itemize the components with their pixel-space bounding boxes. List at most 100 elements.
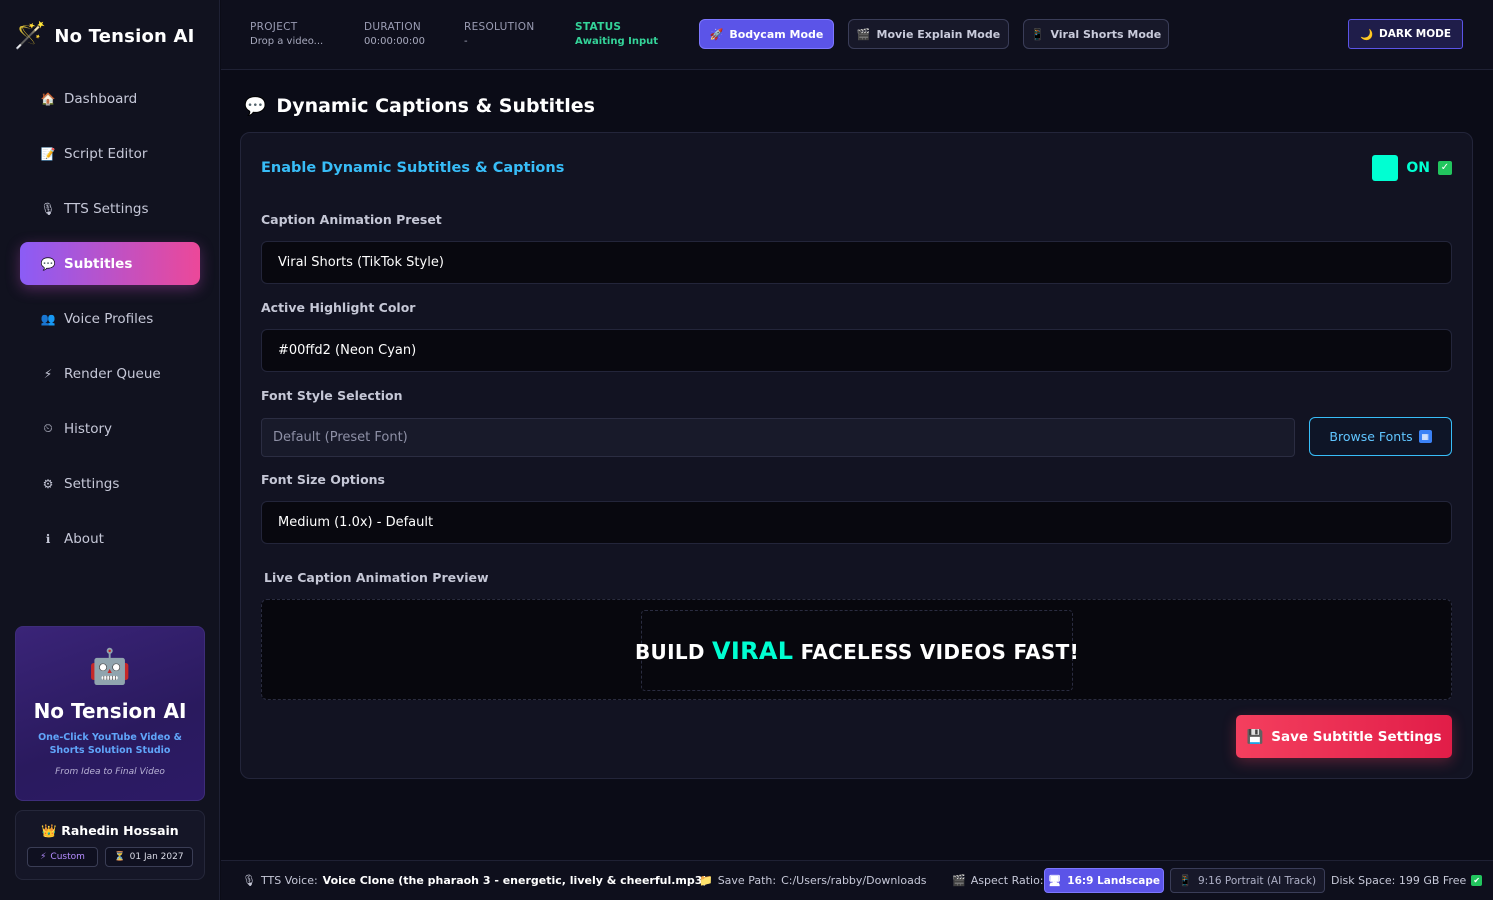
magic-wand-icon: 🪄 bbox=[14, 21, 47, 51]
preview-label: Live Caption Animation Preview bbox=[264, 570, 489, 585]
users-icon: 👥 bbox=[40, 311, 56, 326]
font-style-label: Font Style Selection bbox=[261, 388, 403, 403]
preset-label: Caption Animation Preset bbox=[261, 212, 442, 227]
font-size-label: Font Size Options bbox=[261, 472, 385, 487]
sidebar-item-tts-settings[interactable]: 🎙 TTS Settings bbox=[20, 187, 200, 230]
promo-title: No Tension AI bbox=[33, 699, 187, 723]
sidebar-item-script-editor[interactable]: 📝 Script Editor bbox=[20, 132, 200, 175]
duration-info: DURATION 00:00:00:00 bbox=[364, 21, 425, 47]
resolution-label: RESOLUTION bbox=[464, 21, 535, 33]
aspect-option-label: 9:16 Portrait (AI Track) bbox=[1197, 874, 1317, 887]
duration-value: 00:00:00:00 bbox=[364, 36, 426, 47]
sidebar-nav: 🏠 Dashboard 📝 Script Editor 🎙 TTS Settin… bbox=[20, 77, 200, 572]
robot-icon: 🤖 bbox=[88, 647, 132, 687]
sidebar-item-settings[interactable]: ⚙ Settings bbox=[20, 462, 200, 505]
caption-preview-box: BUILD VIRAL FACELESS VIDEOS FAST! bbox=[261, 599, 1452, 700]
page-title: 💬 Dynamic Captions & Subtitles bbox=[244, 92, 595, 120]
crown-icon: 👑 bbox=[41, 823, 57, 838]
mode-label: Movie Explain Mode bbox=[876, 27, 1001, 41]
caption-before: BUILD bbox=[635, 639, 705, 664]
microphone-icon: 🎙 bbox=[242, 874, 256, 887]
sidebar-item-history[interactable]: ⏲ History bbox=[20, 407, 200, 450]
footer-tts-voice: 🎙 TTS Voice: Voice Clone (the pharaoh 3 … bbox=[242, 874, 707, 887]
brand[interactable]: 🪄 No Tension AI bbox=[14, 18, 195, 54]
microphone-icon: 🎙 bbox=[40, 201, 56, 216]
font-style-placeholder: Default (Preset Font) bbox=[273, 430, 408, 445]
phone-icon: 📱 bbox=[1178, 875, 1192, 887]
plan-badge: ⚡ Custom bbox=[27, 847, 98, 867]
sidebar-item-label: Subtitles bbox=[64, 255, 133, 272]
sidebar-item-label: Dashboard bbox=[64, 90, 138, 107]
gear-icon: ⚙ bbox=[42, 476, 54, 491]
font-size-value: Medium (1.0x) - Default bbox=[278, 515, 434, 530]
status-label: STATUS bbox=[575, 21, 622, 33]
dark-mode-label: DARK MODE bbox=[1379, 28, 1452, 40]
user-card: 👑 Rahedin Hossain ⚡ Custom ⏳ 01 Jan 2027 bbox=[15, 810, 205, 880]
tts-label: TTS Voice: bbox=[260, 874, 318, 887]
font-style-input[interactable]: Default (Preset Font) bbox=[261, 418, 1295, 457]
project-info: PROJECT Drop a video... bbox=[250, 21, 323, 47]
save-path-label: Save Path: bbox=[717, 874, 777, 887]
caption-highlight-word: VIRAL bbox=[712, 636, 794, 665]
expiry-badge: ⏳ 01 Jan 2027 bbox=[105, 847, 193, 867]
promo-card: 🤖 No Tension AI One-Click YouTube Video … bbox=[15, 626, 205, 801]
sidebar-item-subtitles[interactable]: 💬 Subtitles bbox=[20, 242, 200, 285]
aspect-label: Aspect Ratio: bbox=[970, 874, 1044, 887]
clock-icon: ⏲ bbox=[43, 421, 53, 435]
font-size-select[interactable]: Medium (1.0x) - Default bbox=[261, 501, 1452, 544]
caption-after: FACELESS VIDEOS FAST! bbox=[800, 639, 1080, 664]
save-subtitle-settings-button[interactable]: 💾 Save Subtitle Settings bbox=[1236, 715, 1452, 758]
hourglass-icon: ⏳ bbox=[114, 852, 126, 862]
speech-bubble-icon: 💬 bbox=[40, 256, 56, 271]
enable-subtitles-toggle[interactable]: ON ✓ bbox=[1372, 155, 1452, 181]
sidebar-item-dashboard[interactable]: 🏠 Dashboard bbox=[20, 77, 200, 120]
speech-bubble-icon: 💬 bbox=[244, 95, 267, 117]
caption-preview-text: BUILD VIRAL FACELESS VIDEOS FAST! bbox=[635, 637, 1079, 665]
footer-disk-space: Disk Space: 199 GB Free ✔ bbox=[1331, 874, 1483, 887]
dark-mode-button[interactable]: 🌙 DARK MODE bbox=[1348, 19, 1463, 49]
status-footer: 🎙 TTS Voice: Voice Clone (the pharaoh 3 … bbox=[221, 860, 1493, 900]
app-name: No Tension AI bbox=[54, 25, 195, 47]
user-name: 👑 Rahedin Hossain bbox=[16, 823, 204, 839]
aspect-portrait-button[interactable]: 📱 9:16 Portrait (AI Track) bbox=[1170, 868, 1325, 893]
movie-explain-mode-button[interactable]: 🎬 Movie Explain Mode bbox=[848, 19, 1009, 49]
top-bar: PROJECT Drop a video... DURATION 00:00:0… bbox=[221, 0, 1493, 70]
caption-preview-frame: BUILD VIRAL FACELESS VIDEOS FAST! bbox=[635, 610, 1079, 691]
browse-fonts-button[interactable]: Browse Fonts ▦ bbox=[1309, 417, 1452, 456]
footer-aspect-ratio: 🎬 Aspect Ratio: bbox=[952, 874, 1044, 887]
folder-icon: 📁 bbox=[699, 874, 713, 887]
browse-fonts-label: Browse Fonts bbox=[1329, 429, 1413, 444]
sidebar-item-label: Voice Profiles bbox=[64, 310, 154, 327]
promo-tagline: From Idea to Final Video bbox=[55, 767, 165, 777]
save-path-value: C:/Users/rabby/Downloads bbox=[781, 874, 927, 887]
sidebar-item-label: Render Queue bbox=[64, 365, 161, 382]
lightning-icon: ⚡ bbox=[40, 852, 47, 862]
preset-select[interactable]: Viral Shorts (TikTok Style) bbox=[261, 241, 1452, 284]
duration-label: DURATION bbox=[364, 21, 422, 33]
resolution-info: RESOLUTION - bbox=[464, 21, 535, 47]
viral-shorts-mode-button[interactable]: 📱 Viral Shorts Mode bbox=[1023, 19, 1169, 49]
aspect-landscape-button[interactable]: 🖥 16:9 Landscape bbox=[1044, 868, 1164, 893]
sidebar-item-voice-profiles[interactable]: 👥 Voice Profiles bbox=[20, 297, 200, 340]
resolution-value: - bbox=[464, 36, 468, 47]
toggle-swatch[interactable] bbox=[1372, 155, 1399, 181]
moon-icon: 🌙 bbox=[1359, 28, 1374, 41]
highlight-color-select[interactable]: #00ffd2 (Neon Cyan) bbox=[261, 329, 1452, 372]
status-value: Awaiting Input bbox=[575, 36, 659, 47]
lightning-icon: ⚡ bbox=[43, 366, 53, 381]
disk-space-text: Disk Space: 199 GB Free bbox=[1331, 874, 1467, 887]
promo-subtitle: One-Click YouTube Video & Shorts Solutio… bbox=[38, 732, 182, 756]
sidebar: 🪄 No Tension AI 🏠 Dashboard 📝 Script Edi… bbox=[0, 0, 220, 900]
page-title-text: Dynamic Captions & Subtitles bbox=[276, 95, 595, 117]
plan-text: Custom bbox=[50, 852, 85, 862]
document-icon: 📝 bbox=[40, 146, 56, 161]
bodycam-mode-button[interactable]: 🚀 Bodycam Mode bbox=[699, 19, 834, 49]
sidebar-item-render-queue[interactable]: ⚡ Render Queue bbox=[20, 352, 200, 395]
sidebar-item-about[interactable]: ℹ About bbox=[20, 517, 200, 560]
sidebar-item-label: TTS Settings bbox=[64, 200, 149, 217]
clapperboard-icon: 🎬 bbox=[952, 874, 966, 887]
highlight-color-value: #00ffd2 (Neon Cyan) bbox=[278, 343, 417, 358]
subtitles-panel: Enable Dynamic Subtitles & Captions ON ✓… bbox=[240, 132, 1473, 779]
status-info: STATUS Awaiting Input bbox=[575, 21, 658, 47]
mode-label: Bodycam Mode bbox=[729, 27, 824, 41]
